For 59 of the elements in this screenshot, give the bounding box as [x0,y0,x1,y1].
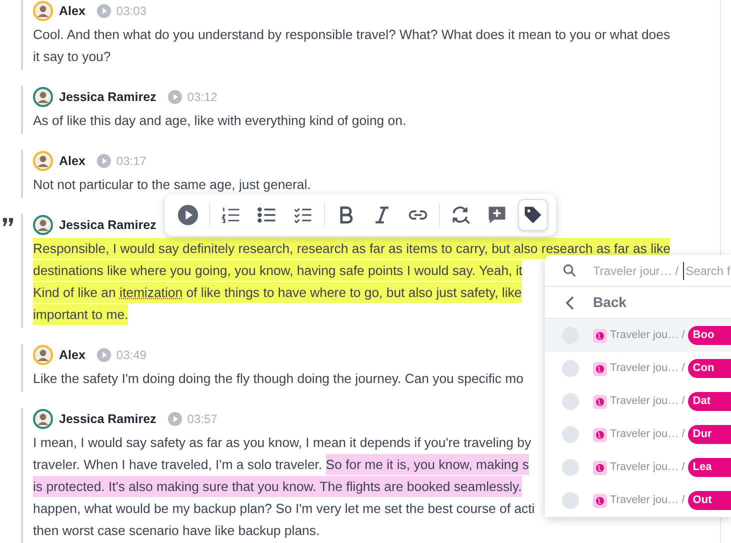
tag-path: Traveler jou… / [610,493,685,508]
tag-menu-item[interactable]: Traveler jou… / Con [545,352,731,385]
globe-icon [593,362,607,376]
speaker-name: Jessica Ramirez [59,88,156,106]
transcript-line: it say to you? [33,48,111,66]
tag-menu-item[interactable]: Traveler jou… / Out [545,484,731,517]
speaker-name: Jessica Ramirez [59,216,156,234]
add-comment-icon [486,204,508,226]
play-icon[interactable] [97,4,112,18]
speaker-name: Alex [59,2,86,20]
tag-icon [522,204,544,226]
speaker-name: Alex [59,346,86,364]
search-icon [562,263,577,278]
chevron-left-icon [565,296,575,310]
tag-label: Dat [688,392,731,411]
transcript-line: I mean, I would say safety as far as you know, I mean it depends if you're traveling by [33,434,532,452]
play-icon[interactable] [168,90,182,104]
toolbar-button[interactable] [518,199,548,231]
timestamp: 03:57 [187,411,218,428]
globe-icon [593,394,607,408]
tag-path: Traveler jou… / [610,361,685,376]
timestamp: 03:49 [116,347,146,364]
transcript-line: Like the safety I'm doing doing the fly though doing the journey. Can you specific mo [33,370,524,388]
timestamp: 03:12 [187,89,218,106]
transcript-line: Not not particular to the same age, just general. [33,176,311,194]
transcript-line: traveler. When I have traveled, I'm a solo traveler. So for me it is, you know, making s [33,454,529,476]
transcript-line: Kind of like an itemization of like things to have where to go, but also just safety, like [33,282,522,304]
tag-path: Traveler jou… / [610,460,685,476]
breadcrumb-path: Traveler jour… / [593,262,679,280]
globe-icon [593,460,607,474]
tag-label: Con [688,359,731,378]
search-field[interactable]: Search f [682,262,731,280]
tag-menu-item[interactable]: Traveler jou… / Dur [545,418,731,451]
tag-label: Lea [688,458,731,477]
tag-menu-item[interactable]: Traveler jou… / Boo [545,319,731,352]
tag-label: Boo [688,326,731,345]
tag-label: Dur [688,425,731,444]
speaker-name: Jessica Ramirez [59,410,156,428]
transcript-line: Cool. And then what do you understand by responsible travel? What? What does it mean to you or what does [33,26,670,44]
globe-icon [593,494,607,508]
play-icon[interactable] [168,412,182,426]
globe-icon [593,328,607,342]
tag-label: Out [688,491,731,510]
tag-path: Traveler jou… / [610,328,685,344]
speaker-name: Alex [59,152,86,170]
play-icon [177,204,199,226]
transcript-line: As of like this day and age, like with everything kind of going on. [33,112,406,130]
play-icon[interactable] [97,154,112,168]
tag-menu-item[interactable]: Traveler jou… / Dat [545,385,731,418]
transcript-line: then worst case scenario have like backup plans. [33,522,320,540]
search-refresh-icon [450,204,472,226]
globe-icon [593,428,607,442]
transcript-line: happen, what would be my backup plan? So I'm very let me set the best course of acti [33,500,535,518]
timestamp: 03:17 [116,153,146,170]
tag-path: Traveler jou… / [610,394,685,410]
play-icon[interactable] [97,348,112,362]
tag-menu-item[interactable]: Traveler jou… / Lea [545,451,731,484]
tag-path: Traveler jou… / [610,427,685,442]
timestamp: 03:03 [116,3,146,20]
